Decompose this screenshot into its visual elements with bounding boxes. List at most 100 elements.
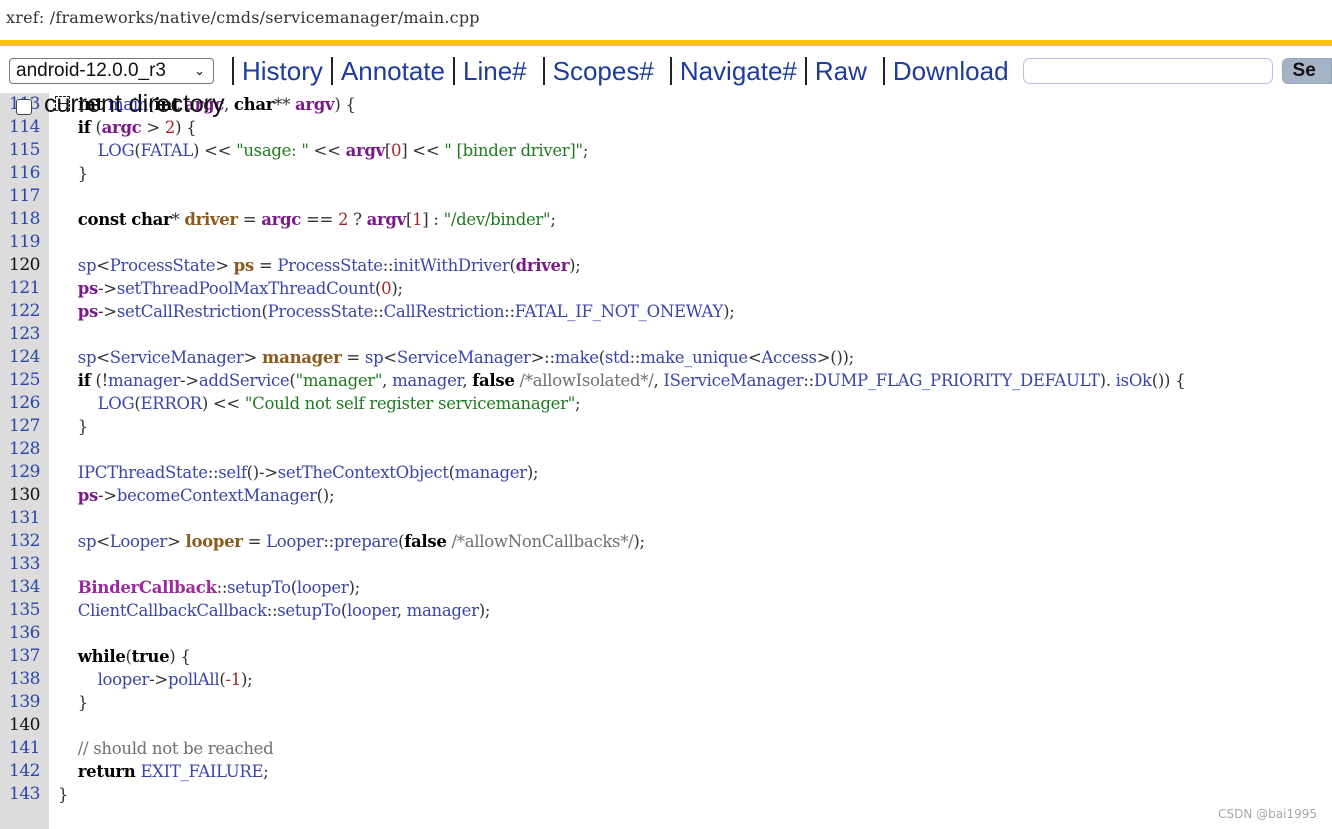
code-line: 133 [0,553,1185,576]
line-number[interactable]: 127 [0,415,49,438]
code-token[interactable]: argc [261,210,301,229]
line-number[interactable]: 115 [0,139,49,162]
raw-link[interactable]: Raw [815,56,867,87]
code-line: 138 looper->pollAll(-1); [0,668,1185,691]
code-token: ); [348,578,360,597]
line-number[interactable]: 142 [0,760,49,783]
line-number[interactable]: 141 [0,737,49,760]
search-button[interactable]: Se [1281,58,1332,84]
line-number[interactable]: 116 [0,162,49,185]
scopes-link[interactable]: Scopes# [553,56,654,87]
code-token: ; [263,762,269,781]
line-number[interactable]: 119 [0,231,49,254]
line-number[interactable]: 125 [0,369,49,392]
code-token[interactable]: argc [102,118,142,137]
code-token: prepare [333,532,399,551]
line-number[interactable]: 138 [0,668,49,691]
line-number[interactable]: 132 [0,530,49,553]
history-link[interactable]: History [242,56,323,87]
line-number[interactable]: 118 [0,208,49,231]
version-select[interactable]: android-12.0.0_r3 ⌄ [9,58,214,84]
line-numbers-link[interactable]: Line# [463,56,527,87]
code-token: Looper [266,532,324,551]
code-token: } [58,785,69,804]
code-token: > [141,118,165,137]
code-token: false [404,532,447,551]
code-token[interactable]: ps [234,256,255,275]
code-token: -> [180,371,199,390]
line-number[interactable]: 129 [0,461,49,484]
code-token: FATAL [140,141,193,160]
code-token[interactable]: ps [78,279,99,298]
line-number[interactable]: 122 [0,300,49,323]
line-number[interactable]: 123 [0,323,49,346]
code-text: } [49,691,89,714]
download-link[interactable]: Download [893,56,1009,87]
code-token[interactable]: argv [367,210,407,229]
code-token: 2 [164,118,176,137]
line-number[interactable]: 114 [0,116,49,139]
separator [232,57,234,85]
line-number[interactable]: 134 [0,576,49,599]
line-number[interactable]: 130 [0,484,49,507]
code-token: = [237,210,262,229]
code-token: Access [761,348,817,367]
code-token: , [462,371,473,390]
code-line: 121 ps->setThreadPoolMaxThreadCount(0); [0,277,1185,300]
line-number[interactable]: 124 [0,346,49,369]
code-token: < [96,532,110,551]
line-number[interactable]: 139 [0,691,49,714]
code-token[interactable]: looper [185,532,243,551]
line-number[interactable]: 126 [0,392,49,415]
search-input[interactable] [1022,58,1273,84]
code-token[interactable]: argv [295,95,335,114]
code-token: EXIT_FAILURE [140,762,264,781]
code-token: ; [582,141,589,160]
code-token[interactable]: ps [78,486,99,505]
current-directory-toggle[interactable]: current directory [16,90,225,119]
navigate-link[interactable]: Navigate# [680,56,797,87]
line-number[interactable]: 133 [0,553,49,576]
line-number[interactable]: 136 [0,622,49,645]
line-number[interactable]: 120 [0,254,49,277]
code-token: = [242,532,267,551]
code-text: // should not be reached [49,737,274,760]
current-directory-checkbox[interactable] [16,98,32,115]
code-line: 126 LOG(ERROR) << "Could not self regist… [0,392,1185,415]
code-token: ) { [175,118,197,137]
line-number[interactable]: 121 [0,277,49,300]
code-token: initWithDriver [393,256,510,275]
code-token: "usage: " [236,141,309,160]
code-token: DUMP_FLAG_PRIORITY_DEFAULT [813,371,1100,390]
code-token: "Could not self register servicemanager" [244,394,576,413]
code-token[interactable]: BinderCallback [78,578,217,597]
code-token: sp [77,348,97,367]
line-number[interactable]: 128 [0,438,49,461]
code-token[interactable]: argv [346,141,386,160]
code-token[interactable]: manager [262,348,342,367]
line-number[interactable]: 143 [0,783,49,806]
code-token: ( [90,118,102,137]
code-token: if [77,371,91,390]
code-token[interactable]: ps [78,302,99,321]
code-token: setThreadPoolMaxThreadCount [116,279,376,298]
code-token: ClientCallbackCallback [77,601,267,620]
line-number[interactable]: 117 [0,185,49,208]
code-token: CallRestriction [383,302,505,321]
code-token: LOG [97,394,135,413]
line-number[interactable]: 140 [0,714,49,737]
line-number[interactable]: 137 [0,645,49,668]
code-line: 141 // should not be reached [0,737,1185,760]
code-token[interactable]: driver [516,256,570,275]
line-number[interactable]: 135 [0,599,49,622]
code-line: 140 [0,714,1185,737]
line-number[interactable]: 131 [0,507,49,530]
annotate-link[interactable]: Annotate [341,56,445,87]
code-token[interactable]: driver [184,210,238,229]
code-token: << [308,141,346,160]
